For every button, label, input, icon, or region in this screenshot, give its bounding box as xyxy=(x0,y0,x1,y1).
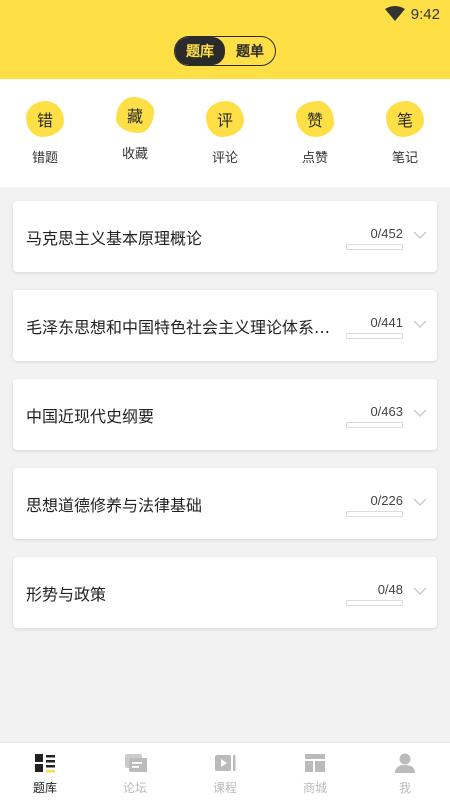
course-progress-bar xyxy=(346,244,403,250)
chevron-down-icon[interactable] xyxy=(413,230,427,240)
quick-action-label: 笔记 xyxy=(391,151,418,166)
status-time: 9:42 xyxy=(410,5,440,23)
forum-icon xyxy=(125,754,147,772)
quick-action-wrong-questions[interactable]: 错 错题 xyxy=(0,79,90,187)
top-header: 9:42 题库 题单 xyxy=(0,0,450,79)
course-card[interactable]: 形势与政策 0/48 xyxy=(13,557,437,628)
chevron-down-icon[interactable] xyxy=(413,586,427,596)
tab-question-bank[interactable]: 题库 xyxy=(175,37,225,65)
course-card[interactable]: 毛泽东思想和中国特色社会主义理论体系概论 0/441 xyxy=(13,290,437,361)
course-progress-bar xyxy=(346,511,403,517)
course-title: 中国近现代史纲要 xyxy=(26,407,155,426)
course-progress-count: 0/441 xyxy=(370,315,403,330)
quick-action-label: 评论 xyxy=(211,151,238,166)
nav-label: 商城 xyxy=(302,781,327,795)
question-bank-icon xyxy=(35,754,55,773)
tab-question-list[interactable]: 题单 xyxy=(225,37,275,65)
notes-icon: 笔 xyxy=(386,101,424,137)
favorites-icon: 藏 xyxy=(116,97,154,133)
nav-item-forum[interactable]: 论坛 xyxy=(90,743,180,800)
chevron-down-icon[interactable] xyxy=(413,497,427,507)
quick-action-notes[interactable]: 笔 笔记 xyxy=(360,79,450,187)
nav-item-courses[interactable]: 课程 xyxy=(180,743,270,800)
course-card[interactable]: 中国近现代史纲要 0/463 xyxy=(13,379,437,450)
course-progress-bar xyxy=(346,422,403,428)
quick-action-label: 收藏 xyxy=(121,147,148,162)
quick-action-comments[interactable]: 评 评论 xyxy=(180,79,270,187)
wifi-icon xyxy=(384,6,405,21)
course-title: 马克思主义基本原理概论 xyxy=(26,229,203,248)
course-list: 马克思主义基本原理概论 0/452 毛泽东思想和中国特色社会主义理论体系概论 0… xyxy=(13,201,437,646)
course-progress-count: 0/48 xyxy=(377,582,403,597)
nav-label: 课程 xyxy=(212,781,237,795)
course-video-icon xyxy=(215,755,236,771)
quick-action-likes[interactable]: 赞 点赞 xyxy=(270,79,360,187)
course-title: 形势与政策 xyxy=(26,585,107,604)
bottom-nav: 题库 论坛 课程 商城 我 xyxy=(0,742,450,800)
course-card[interactable]: 马克思主义基本原理概论 0/452 xyxy=(13,201,437,272)
course-title: 毛泽东思想和中国特色社会主义理论体系概论 xyxy=(26,318,336,337)
course-progress-count: 0/463 xyxy=(370,404,403,419)
course-card[interactable]: 思想道德修养与法律基础 0/226 xyxy=(13,468,437,539)
wrong-questions-icon: 错 xyxy=(26,101,64,137)
course-progress-count: 0/452 xyxy=(370,226,403,241)
quick-actions: 错 错题 藏 收藏 评 评论 赞 点赞 笔 笔记 xyxy=(0,79,450,187)
course-progress-count: 0/226 xyxy=(370,493,403,508)
course-progress-bar xyxy=(346,600,403,606)
comments-icon: 评 xyxy=(206,101,244,137)
profile-icon xyxy=(395,753,415,773)
bank-list-switch: 题库 题单 xyxy=(174,36,276,66)
quick-action-favorites[interactable]: 藏 收藏 xyxy=(90,79,180,187)
likes-icon: 赞 xyxy=(296,101,334,137)
quick-action-label: 点赞 xyxy=(301,151,328,166)
nav-label: 我 xyxy=(398,781,411,795)
chevron-down-icon[interactable] xyxy=(413,319,427,329)
chevron-down-icon[interactable] xyxy=(413,408,427,418)
nav-item-profile[interactable]: 我 xyxy=(360,743,450,800)
nav-label: 论坛 xyxy=(122,781,147,795)
course-progress-bar xyxy=(346,333,403,339)
nav-item-question-bank[interactable]: 题库 xyxy=(0,743,90,800)
nav-label: 题库 xyxy=(32,781,57,795)
quick-action-label: 错题 xyxy=(31,151,58,166)
nav-item-store[interactable]: 商城 xyxy=(270,743,360,800)
status-bar: 9:42 xyxy=(384,4,440,24)
store-icon xyxy=(305,754,325,772)
course-title: 思想道德修养与法律基础 xyxy=(26,496,203,515)
